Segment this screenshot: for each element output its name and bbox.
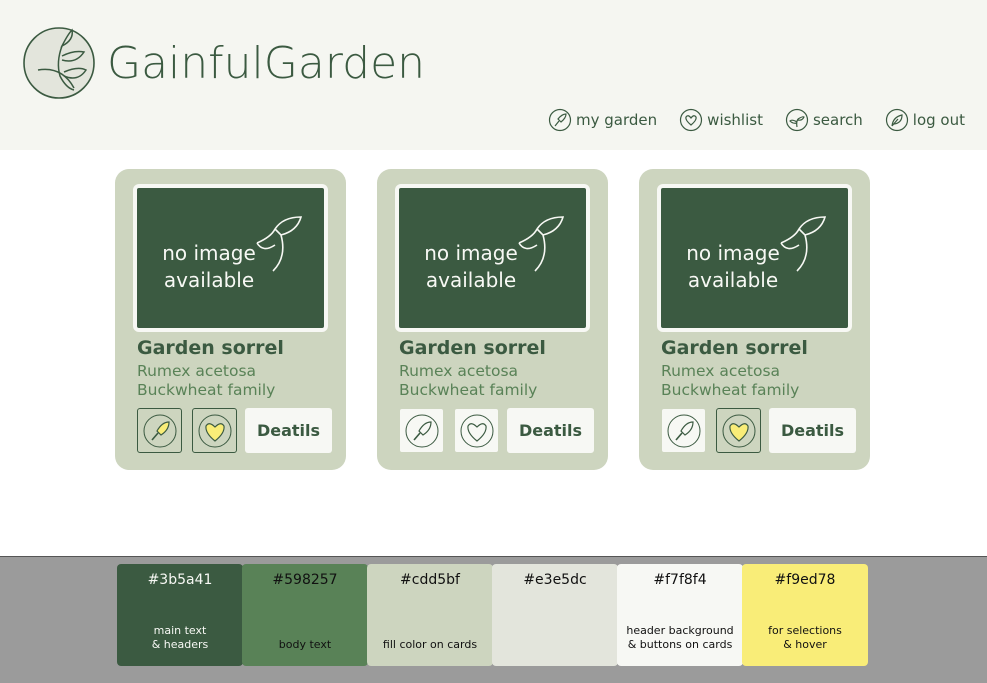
add-to-wishlist-button[interactable]: [454, 408, 499, 453]
trowel-icon: [143, 414, 176, 447]
sprout-icon: [518, 216, 565, 272]
plant-name: Garden sorrel: [137, 337, 284, 359]
plant-scientific-name: Rumex acetosa: [137, 362, 257, 380]
nav-wishlist[interactable]: wishlist: [679, 108, 763, 132]
logo-icon: [23, 27, 95, 99]
palette-swatch-main: #3b5a41 main text & headers: [117, 564, 243, 666]
swatch-hex: #f7f8f4: [653, 572, 707, 588]
no-image-text: no image available: [162, 241, 256, 292]
main-nav: my garden wishlist search log out: [548, 108, 965, 132]
swatch-label: for selections & hover: [768, 624, 842, 651]
palette-swatch-body: #598257 body text: [242, 564, 368, 666]
swatch-label: fill color on cards: [382, 638, 478, 651]
plant-scientific-name: Rumex acetosa: [661, 362, 781, 380]
plant-image-placeholder: no image available: [657, 184, 852, 332]
sprout-icon: [256, 216, 303, 272]
palette-swatch-selection: #f9ed78 for selections & hover: [742, 564, 868, 666]
nav-my-garden[interactable]: my garden: [548, 108, 657, 132]
heart-icon: [460, 414, 493, 447]
palette-swatch-card-fill: #cdd5bf fill color on cards: [367, 564, 493, 666]
swatch-hex: #cdd5bf: [400, 572, 460, 588]
trowel-icon: [667, 414, 700, 447]
add-to-garden-button[interactable]: [399, 408, 444, 453]
swatch-hex: #e3e5dc: [523, 572, 587, 588]
swatch-label: body text: [278, 638, 332, 651]
header: GainfulGarden my garden wishlist search …: [0, 0, 987, 150]
add-to-garden-button[interactable]: [137, 408, 182, 453]
brand-title: GainfulGarden: [107, 38, 426, 89]
plant-name: Garden sorrel: [661, 337, 808, 359]
add-to-wishlist-button[interactable]: [192, 408, 237, 453]
swatch-hex: #3b5a41: [147, 572, 213, 588]
nav-log-out[interactable]: log out: [885, 108, 965, 132]
no-image-text: no image available: [424, 241, 518, 292]
plant-name: Garden sorrel: [399, 337, 546, 359]
sprout-icon: [785, 108, 809, 132]
swatch-hex: #598257: [272, 572, 338, 588]
heart-icon: [198, 414, 231, 447]
trowel-icon: [548, 108, 572, 132]
details-button[interactable]: Deatils: [769, 408, 856, 453]
palette-swatch-light: #e3e5dc: [492, 564, 618, 666]
no-image-text: no image available: [686, 241, 780, 292]
plant-family: Buckwheat family: [137, 381, 276, 399]
heart-icon: [722, 414, 755, 447]
nav-my-garden-label: my garden: [576, 111, 658, 129]
plant-card: no image available Garden sorrel Rumex a…: [377, 169, 608, 470]
details-button[interactable]: Deatils: [507, 408, 594, 453]
swatch-label: main text & headers: [151, 624, 209, 651]
plant-family: Buckwheat family: [399, 381, 538, 399]
plant-image-placeholder: no image available: [395, 184, 590, 332]
plant-image-placeholder: no image available: [133, 184, 328, 332]
swatch-hex: #f9ed78: [774, 572, 836, 588]
plant-family: Buckwheat family: [661, 381, 800, 399]
palette-swatch-header-bg: #f7f8f4 header background & buttons on c…: [617, 564, 743, 666]
add-to-garden-button[interactable]: [661, 408, 706, 453]
nav-search[interactable]: search: [785, 108, 863, 132]
nav-wishlist-label: wishlist: [707, 111, 763, 129]
details-button[interactable]: Deatils: [245, 408, 332, 453]
swatch-label: header background & buttons on cards: [626, 624, 734, 651]
sprout-icon: [780, 216, 827, 272]
nav-search-label: search: [812, 111, 863, 129]
plant-scientific-name: Rumex acetosa: [399, 362, 519, 380]
plant-card: no image available Garden sorrel Rumex a…: [115, 169, 346, 470]
add-to-wishlist-button[interactable]: [716, 408, 761, 453]
nav-log-out-label: log out: [912, 111, 965, 129]
leaf-icon: [885, 108, 908, 132]
plant-card: no image available Garden sorrel Rumex a…: [639, 169, 870, 470]
trowel-icon: [405, 414, 438, 447]
color-palette: #3b5a41 main text & headers #598257 body…: [0, 556, 987, 683]
heart-icon: [680, 108, 703, 132]
